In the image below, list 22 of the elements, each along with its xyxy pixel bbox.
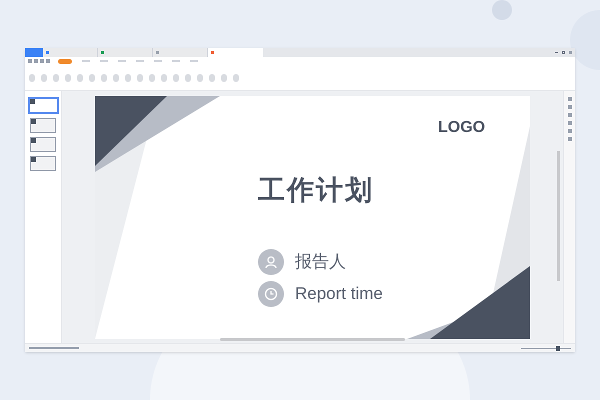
slide-thumbnail[interactable]: [30, 118, 56, 133]
slide-title: 工作计划: [258, 174, 374, 207]
menu-tab[interactable]: [58, 58, 72, 64]
minimize-icon[interactable]: [555, 52, 558, 53]
slide-thumbnail[interactable]: [30, 137, 56, 152]
slide-thumbnail[interactable]: [30, 156, 56, 171]
logo-text: LOGO: [438, 118, 486, 138]
clock-icon: [258, 281, 284, 307]
vertical-scrollbar[interactable]: [557, 151, 560, 281]
document-tab[interactable]: [25, 48, 43, 57]
horizontal-scrollbar[interactable]: [220, 338, 405, 341]
document-tab[interactable]: [43, 48, 98, 57]
zoom-slider-thumb[interactable]: [556, 346, 560, 350]
slide-text: 报告人: [295, 251, 346, 274]
maximize-icon[interactable]: [562, 51, 565, 54]
document-tab[interactable]: [153, 48, 208, 57]
close-icon[interactable]: [569, 51, 572, 54]
document-tab[interactable]: [98, 48, 153, 57]
document-tab[interactable]: [208, 48, 263, 57]
slide-thumbnail[interactable]: [28, 97, 58, 114]
person-icon: [258, 249, 284, 275]
slide-text: Report time: [295, 283, 383, 306]
